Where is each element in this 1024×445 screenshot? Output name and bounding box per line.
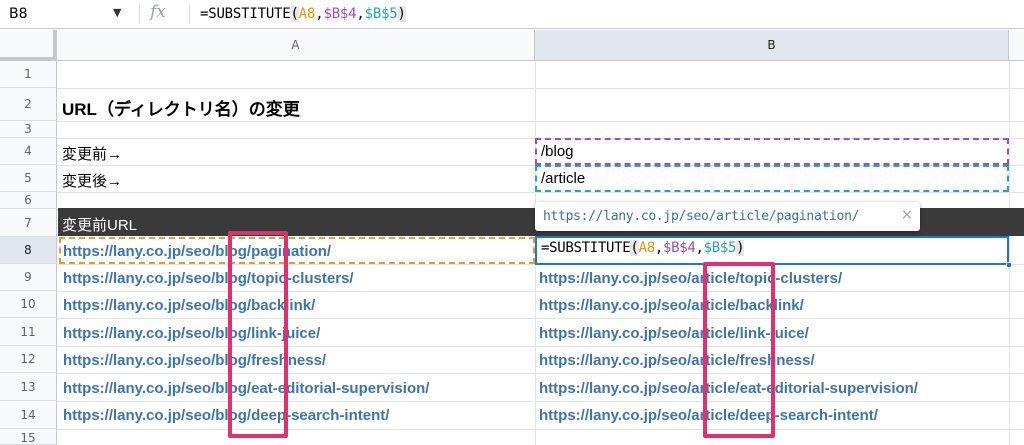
url-cell-b9[interactable]: https://lany.co.jp/seo/article/topic-clu… [539,270,842,287]
row-header-7[interactable]: 7 [0,209,57,237]
formula-paren-close: ) [397,6,406,22]
formula-input[interactable]: =SUBSTITUTE(A8,$B$4,$B$5) [200,6,406,22]
sheet-title[interactable]: URL（ディレクトリ名）の変更 [62,95,300,120]
row-header-4[interactable]: 4 [0,138,57,165]
formula-paren-open: ( [290,6,299,22]
row-header-8[interactable]: 8 [0,237,57,264]
column-header-b[interactable]: B [535,30,1009,61]
formula-ref-b4: $B$4 [662,240,696,256]
dropdown-caret-icon[interactable]: ▼ [113,6,121,19]
row-header-1[interactable]: 1 [0,61,57,88]
formula-paren-open: ( [630,240,639,256]
divider [189,4,190,24]
label-before[interactable]: 変更前→ [62,143,122,164]
row-header-11[interactable]: 11 [0,318,57,346]
formula-comma: , [695,240,704,256]
close-icon[interactable]: × [901,207,913,223]
formula-ref-b4: $B$4 [323,6,357,22]
formula-ref-b5: $B$5 [364,6,398,22]
ref-highlight-a8 [59,237,535,264]
column-header-a[interactable]: A [57,30,535,61]
gridline [1009,61,1010,445]
result-preview-tooltip: https://lany.co.jp/seo/article/paginatio… [535,202,920,231]
formula-paren-close: ) [736,240,745,256]
row-header-12[interactable]: 12 [0,346,57,373]
row-header-6[interactable]: 6 [0,192,57,209]
gridline [57,192,1024,193]
row-header-14[interactable]: 14 [0,401,57,429]
cell-formula-editor[interactable]: =SUBSTITUTE(A8,$B$4,$B$5) [541,240,745,256]
formula-bar: B8 ▼ fx =SUBSTITUTE(A8,$B$4,$B$5) [0,0,1024,29]
formula-ref-a8: A8 [638,240,656,256]
gridline [57,429,1024,430]
value-after[interactable]: /article [541,170,585,187]
label-after[interactable]: 変更後→ [62,170,122,191]
row-header-15[interactable]: 15 [0,429,57,445]
row-header-5[interactable]: 5 [0,165,57,192]
select-all-corner[interactable] [0,30,57,61]
formula-ref-b5: $B$5 [703,240,737,256]
article-highlight-box [703,262,775,438]
row-header-2[interactable]: 2 [0,88,57,121]
formula-comma: , [356,6,365,22]
ref-highlight-b5 [535,165,1009,192]
formula-function: =SUBSTITUTE [200,6,291,22]
url-cell-a9[interactable]: https://lany.co.jp/seo/blog/topic-cluste… [63,270,354,287]
fill-handle[interactable] [1006,262,1012,268]
formula-function: =SUBSTITUTE [541,240,631,256]
value-before[interactable]: /blog [541,143,574,160]
name-box[interactable]: B8 ▼ [0,0,135,29]
formula-comma: , [654,240,663,256]
gridline [57,346,1024,347]
gridline [57,291,1024,292]
url-cell-a14[interactable]: https://lany.co.jp/seo/blog/deep-search-… [63,407,389,424]
divider [139,4,140,24]
gridline [57,318,1024,319]
cell-reference: B8 [9,6,28,22]
column-header-c[interactable] [1009,30,1024,61]
result-preview-text: https://lany.co.jp/seo/article/paginatio… [543,209,860,224]
row-header-3[interactable]: 3 [0,121,57,138]
gridline [57,121,1024,122]
header-cell-a7[interactable]: 変更前URL [62,214,137,235]
row-header-9[interactable]: 9 [0,264,57,291]
gridline [57,88,1024,89]
row-header-13[interactable]: 13 [0,373,57,401]
blog-highlight-box [228,231,288,438]
gridline [57,401,1024,402]
gridline [57,373,1024,374]
function-icon: fx [150,2,166,22]
ref-highlight-b4 [535,138,1009,165]
row-header-10[interactable]: 10 [0,291,57,318]
formula-ref-a8: A8 [298,6,316,22]
